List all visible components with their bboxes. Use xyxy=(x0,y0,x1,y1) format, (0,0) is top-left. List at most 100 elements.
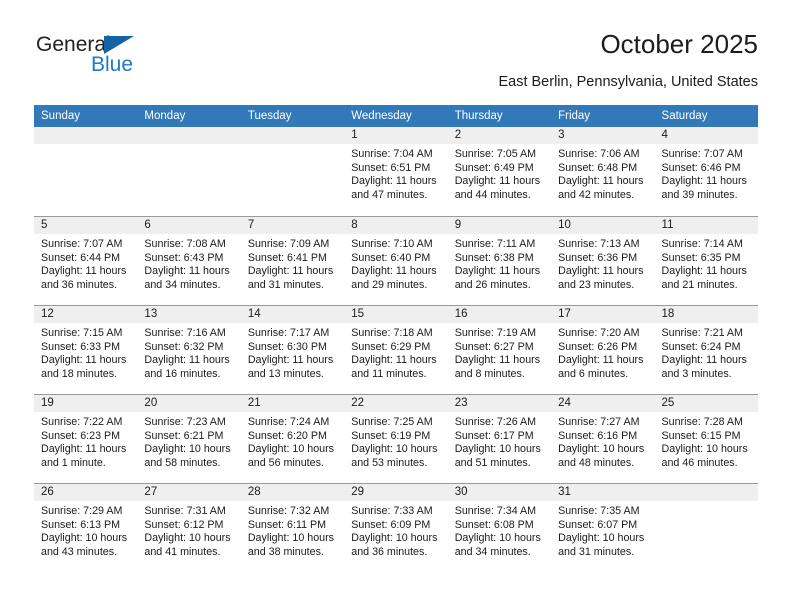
calendar-week-row: 26 Sunrise: 7:29 AM Sunset: 6:13 PM Dayligh… xyxy=(34,483,758,572)
calendar-day-cell[interactable]: 16 Sunrise: 7:19 AM Sunset: 6:27 PM Dayligh… xyxy=(447,306,552,394)
day-number: 21 xyxy=(247,397,261,409)
general-blue-logo[interactable]: General Blue xyxy=(36,34,236,90)
day-number: 3 xyxy=(558,129,565,141)
day-detail-line: Sunset: 6:46 PM xyxy=(661,161,741,174)
day-number: 22 xyxy=(351,397,365,409)
day-detail-line: and 21 minutes. xyxy=(661,278,738,291)
day-detail-line: Sunrise: 7:35 AM xyxy=(558,505,640,517)
day-detail-line: Daylight: 11 hours xyxy=(454,354,541,366)
day-detail-line: Sunrise: 7:24 AM xyxy=(247,416,330,428)
day-number-band: 29 xyxy=(344,484,448,501)
calendar-day-cell[interactable]: 15 Sunrise: 7:18 AM Sunset: 6:29 PM Dayligh… xyxy=(344,306,448,394)
day-detail-line: Daylight: 10 hours xyxy=(41,532,128,544)
day-number-band: 20 xyxy=(137,395,241,412)
weekday-header-saturday: Saturday xyxy=(661,110,708,122)
day-detail-line: and 1 minute. xyxy=(41,456,106,469)
calendar-day-cell[interactable]: 20 Sunrise: 7:23 AM Sunset: 6:21 PM Dayligh… xyxy=(137,395,241,483)
day-detail-line: Daylight: 10 hours xyxy=(558,532,645,544)
calendar-day-cell[interactable]: 7 Sunrise: 7:09 AM Sunset: 6:41 PM Daylight… xyxy=(240,217,345,305)
day-detail-line: Daylight: 11 hours xyxy=(247,354,334,366)
day-detail-line: Sunset: 6:16 PM xyxy=(558,429,638,442)
calendar-day-cell[interactable]: 22 Sunrise: 7:25 AM Sunset: 6:19 PM Dayligh… xyxy=(344,395,448,483)
day-number-band xyxy=(240,127,345,144)
weekday-header-friday: Friday xyxy=(558,110,591,122)
day-detail-line: Daylight: 10 hours xyxy=(247,532,334,544)
day-detail-line: Sunset: 6:11 PM xyxy=(247,518,327,531)
day-number: 5 xyxy=(41,219,48,231)
calendar-day-cell-empty xyxy=(654,484,758,572)
day-detail-block: Sunrise: 7:08 AM Sunset: 6:43 PM Daylight:… xyxy=(137,234,240,292)
day-number-band: 9 xyxy=(447,217,552,234)
day-detail-line: and 56 minutes. xyxy=(247,456,324,469)
day-detail-block xyxy=(137,144,240,148)
day-number: 13 xyxy=(144,308,158,320)
day-number-band xyxy=(654,484,758,501)
day-detail-block: Sunrise: 7:34 AM Sunset: 6:08 PM Daylight:… xyxy=(448,501,551,559)
day-detail-line: Sunrise: 7:18 AM xyxy=(351,327,433,339)
logo-text-blue: Blue xyxy=(91,53,134,76)
day-detail-line: Daylight: 10 hours xyxy=(144,532,231,544)
day-detail-block: Sunrise: 7:20 AM Sunset: 6:26 PM Daylight:… xyxy=(551,323,654,381)
day-detail-line: and 39 minutes. xyxy=(661,188,738,201)
day-detail-line: Sunset: 6:38 PM xyxy=(454,251,534,264)
calendar-day-cell[interactable]: 3 Sunrise: 7:06 AM Sunset: 6:48 PM Daylight… xyxy=(551,127,655,216)
day-detail-line: and 18 minutes. xyxy=(41,367,118,380)
calendar-day-cell[interactable]: 24 Sunrise: 7:27 AM Sunset: 6:16 PM Dayligh… xyxy=(551,395,655,483)
day-detail-line: Sunrise: 7:31 AM xyxy=(144,505,226,517)
calendar-day-cell[interactable]: 30 Sunrise: 7:34 AM Sunset: 6:08 PM Dayligh… xyxy=(447,484,552,572)
day-number-band: 4 xyxy=(654,127,758,144)
day-detail-line: Sunset: 6:12 PM xyxy=(144,518,224,531)
calendar-day-cell[interactable]: 8 Sunrise: 7:10 AM Sunset: 6:40 PM Daylight… xyxy=(344,217,448,305)
day-number: 12 xyxy=(41,308,54,320)
calendar-day-cell[interactable]: 26 Sunrise: 7:29 AM Sunset: 6:13 PM Dayligh… xyxy=(34,484,138,572)
calendar-day-cell[interactable]: 13 Sunrise: 7:16 AM Sunset: 6:32 PM Dayligh… xyxy=(137,306,241,394)
day-detail-block: Sunrise: 7:21 AM Sunset: 6:24 PM Daylight:… xyxy=(655,323,758,381)
day-detail-line: and 26 minutes. xyxy=(454,278,531,291)
day-detail-block: Sunrise: 7:07 AM Sunset: 6:44 PM Daylight:… xyxy=(34,234,137,292)
calendar-day-cell[interactable]: 19 Sunrise: 7:22 AM Sunset: 6:23 PM Dayligh… xyxy=(34,395,138,483)
weekday-header-sunday: Sunday xyxy=(41,110,81,122)
calendar-day-cell[interactable]: 5 Sunrise: 7:07 AM Sunset: 6:44 PM Daylight… xyxy=(34,217,138,305)
calendar-day-cell[interactable]: 31 Sunrise: 7:35 AM Sunset: 6:07 PM Dayligh… xyxy=(551,484,655,572)
day-number-band: 19 xyxy=(34,395,138,412)
day-number-band xyxy=(137,127,241,144)
day-detail-line: and 43 minutes. xyxy=(41,545,118,558)
day-detail-block: Sunrise: 7:09 AM Sunset: 6:41 PM Daylight:… xyxy=(241,234,344,292)
day-detail-block: Sunrise: 7:31 AM Sunset: 6:12 PM Daylight:… xyxy=(137,501,240,559)
calendar-day-cell[interactable]: 27 Sunrise: 7:31 AM Sunset: 6:12 PM Dayligh… xyxy=(137,484,241,572)
day-number-band: 30 xyxy=(447,484,552,501)
calendar-day-cell[interactable]: 23 Sunrise: 7:26 AM Sunset: 6:17 PM Dayligh… xyxy=(447,395,552,483)
calendar-day-cell[interactable]: 11 Sunrise: 7:14 AM Sunset: 6:35 PM Dayligh… xyxy=(654,217,758,305)
day-detail-line: and 51 minutes. xyxy=(454,456,531,469)
calendar-day-cell[interactable]: 9 Sunrise: 7:11 AM Sunset: 6:38 PM Daylight… xyxy=(447,217,552,305)
calendar-day-cell[interactable]: 18 Sunrise: 7:21 AM Sunset: 6:24 PM Dayligh… xyxy=(654,306,758,394)
day-number: 25 xyxy=(661,397,675,409)
day-detail-line: Sunrise: 7:11 AM xyxy=(454,238,536,250)
calendar-day-cell[interactable]: 12 Sunrise: 7:15 AM Sunset: 6:33 PM Dayligh… xyxy=(34,306,138,394)
calendar-day-cell[interactable]: 6 Sunrise: 7:08 AM Sunset: 6:43 PM Daylight… xyxy=(137,217,241,305)
calendar-day-cell[interactable]: 28 Sunrise: 7:32 AM Sunset: 6:11 PM Dayligh… xyxy=(240,484,345,572)
day-detail-line: Daylight: 10 hours xyxy=(454,532,541,544)
calendar-day-cell[interactable]: 4 Sunrise: 7:07 AM Sunset: 6:46 PM Daylight… xyxy=(654,127,758,216)
calendar-day-cell[interactable]: 29 Sunrise: 7:33 AM Sunset: 6:09 PM Dayligh… xyxy=(344,484,448,572)
day-number: 23 xyxy=(454,397,468,409)
calendar-day-cell[interactable]: 25 Sunrise: 7:28 AM Sunset: 6:15 PM Dayligh… xyxy=(654,395,758,483)
calendar-day-cell[interactable]: 14 Sunrise: 7:17 AM Sunset: 6:30 PM Dayligh… xyxy=(240,306,345,394)
day-detail-line: Sunrise: 7:23 AM xyxy=(144,416,226,428)
day-detail-line: Sunrise: 7:33 AM xyxy=(351,505,433,517)
day-detail-line: Sunset: 6:17 PM xyxy=(454,429,534,442)
calendar-day-cell[interactable]: 17 Sunrise: 7:20 AM Sunset: 6:26 PM Dayligh… xyxy=(551,306,655,394)
calendar-day-cell[interactable]: 10 Sunrise: 7:13 AM Sunset: 6:36 PM Dayligh… xyxy=(551,217,655,305)
day-number-band: 2 xyxy=(447,127,552,144)
triangle-icon xyxy=(104,36,134,54)
day-number-band: 6 xyxy=(137,217,241,234)
calendar-day-cell[interactable]: 21 Sunrise: 7:24 AM Sunset: 6:20 PM Dayligh… xyxy=(240,395,345,483)
day-detail-line: Sunset: 6:07 PM xyxy=(558,518,638,531)
day-detail-block: Sunrise: 7:22 AM Sunset: 6:23 PM Daylight:… xyxy=(34,412,137,470)
day-detail-line: Sunrise: 7:21 AM xyxy=(661,327,743,339)
day-number: 26 xyxy=(41,486,54,498)
calendar-day-cell[interactable]: 2 Sunrise: 7:05 AM Sunset: 6:49 PM Daylight… xyxy=(447,127,552,216)
day-detail-block xyxy=(34,144,137,148)
calendar-day-cell[interactable]: 1 Sunrise: 7:04 AM Sunset: 6:51 PM Daylight… xyxy=(344,127,448,216)
day-detail-block: Sunrise: 7:06 AM Sunset: 6:48 PM Daylight:… xyxy=(551,144,654,202)
